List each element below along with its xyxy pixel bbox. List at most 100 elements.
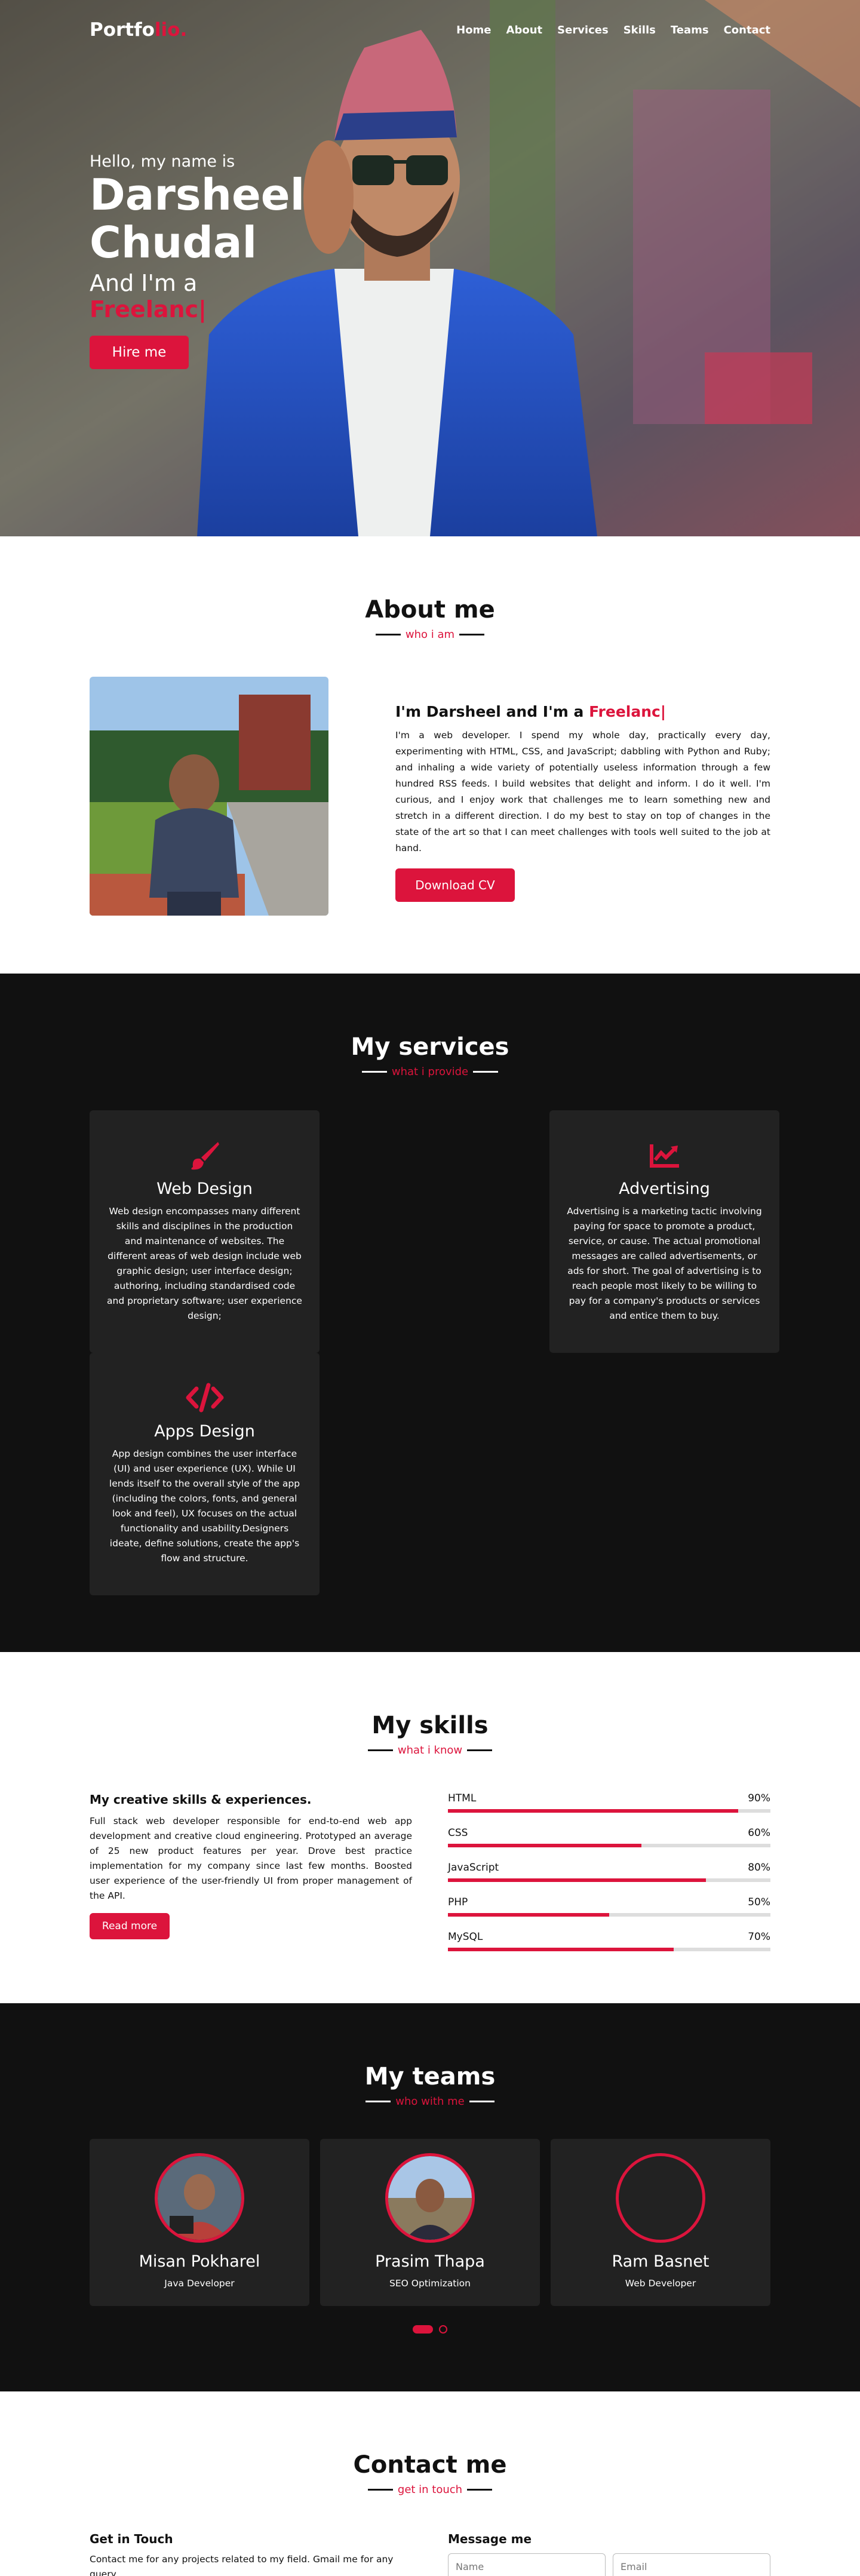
- skills-subtitle: what i know: [90, 1744, 770, 1757]
- skill-name: MySQL: [448, 1931, 483, 1943]
- message-heading: Message me: [448, 2532, 532, 2546]
- skill-name: PHP: [448, 1896, 468, 1908]
- service-text: Advertising is a marketing tactic involv…: [567, 1206, 762, 1321]
- about-heading-main: I'm Darsheel and I'm a: [395, 703, 589, 720]
- subtitle-line-right: [459, 634, 485, 635]
- name-input[interactable]: [448, 2553, 606, 2576]
- hero-greeting: Hello, my name is: [90, 152, 235, 171]
- subtitle-line-left: [361, 1071, 387, 1073]
- logo-main: Portfo: [90, 19, 155, 41]
- team-member-role: Web Developer: [625, 2278, 696, 2289]
- team-member-role: SEO Optimization: [389, 2278, 471, 2289]
- site-logo[interactable]: Portfolio.: [90, 19, 187, 41]
- nav-teams[interactable]: Teams: [671, 24, 709, 36]
- contact-info: Get in Touch Contact me for any projects…: [90, 2532, 412, 2576]
- service-card-apps-design: Apps Design App design combines the user…: [90, 1353, 320, 1595]
- service-card-advertising: Advertising Advertising is a marketing t…: [549, 1110, 779, 1353]
- skills-section: My skills what i know My creative skills…: [0, 1652, 860, 2003]
- hero-text: Hello, my name is Darsheel Chudal And I'…: [90, 152, 305, 369]
- contact-heading: Get in Touch: [90, 2532, 173, 2546]
- team-card: Prasim Thapa SEO Optimization: [320, 2139, 540, 2306]
- paint-brush-icon: [106, 1138, 303, 1172]
- carousel-dot-active[interactable]: [413, 2325, 433, 2334]
- skill-name: JavaScript: [448, 1862, 499, 1874]
- skill-track: [448, 1913, 770, 1917]
- about-text-block: I'm Darsheel and I'm a Freelanc| I'm a w…: [395, 677, 770, 916]
- logo-accent: lio.: [154, 19, 188, 41]
- skill-fill: [448, 1913, 609, 1917]
- service-title: Advertising: [619, 1180, 710, 1198]
- service-card-web-design: Web Design Web design encompasses many d…: [90, 1110, 320, 1353]
- team-member-name: Prasim Thapa: [375, 2252, 485, 2271]
- about-photo-image: [90, 677, 328, 916]
- avatar: [155, 2153, 244, 2243]
- skills-heading: My creative skills & experiences.: [90, 1792, 312, 1807]
- skill-fill: [448, 1809, 738, 1813]
- team-member-role: Java Developer: [164, 2278, 235, 2289]
- contact-inputs: [448, 2553, 770, 2576]
- services-grid: Web Design Web design encompasses many d…: [90, 1110, 779, 1595]
- about-heading-role: Freelanc|: [589, 703, 666, 720]
- about-title: About me: [365, 596, 495, 624]
- navbar: Portfolio. Home About Services Skills Te…: [0, 0, 860, 60]
- avatar: [385, 2153, 475, 2243]
- contact-subtitle-text: get in touch: [397, 2483, 463, 2496]
- services-title: My services: [351, 1033, 509, 1061]
- skill-track: [448, 1844, 770, 1847]
- team-member-name: Misan Pokharel: [139, 2252, 260, 2271]
- subtitle-line-right: [473, 1071, 499, 1073]
- service-title: Web Design: [156, 1180, 253, 1198]
- contact-section: Contact me get in touch Get in Touch Con…: [0, 2391, 860, 2576]
- skills-text-block: My creative skills & experiences. Full s…: [90, 1792, 412, 1966]
- skill-fill: [448, 1844, 641, 1847]
- skills-title: My skills: [371, 1712, 489, 1739]
- service-text: App design combines the user interface (…: [109, 1448, 300, 1564]
- about-content: I'm Darsheel and I'm a Freelanc| I'm a w…: [90, 677, 770, 916]
- skill-track: [448, 1948, 770, 1951]
- hero-name: Darsheel Chudal: [90, 170, 305, 268]
- skill-bar-css: CSS 60%: [448, 1827, 770, 1847]
- team-carousel[interactable]: Misan Pokharel Java Developer Prasim Tha…: [90, 2139, 770, 2306]
- team-member-name: Ram Basnet: [612, 2252, 710, 2271]
- service-slot-empty: [320, 1110, 549, 1353]
- subtitle-line-left: [366, 2101, 391, 2102]
- about-photo: [90, 677, 328, 916]
- skills-paragraph: Full stack web developer responsible for…: [90, 1816, 412, 1901]
- nav-contact[interactable]: Contact: [724, 24, 770, 36]
- contact-subtitle: get in touch: [90, 2483, 770, 2496]
- nav-skills[interactable]: Skills: [624, 24, 656, 36]
- about-subtitle-text: who i am: [405, 628, 455, 641]
- code-icon: [106, 1380, 303, 1415]
- skill-fill: [448, 1948, 674, 1951]
- subtitle-line-right: [467, 1749, 493, 1751]
- skill-percent: 50%: [748, 1896, 770, 1908]
- teams-subtitle-text: who with me: [395, 2095, 465, 2108]
- nav-services[interactable]: Services: [557, 24, 609, 36]
- about-paragraph: I'm a web developer. I spend my whole da…: [395, 730, 770, 853]
- skill-fill: [448, 1878, 706, 1882]
- download-cv-button[interactable]: Download CV: [395, 868, 515, 902]
- skill-bar-php: PHP 50%: [448, 1896, 770, 1917]
- skill-bar-mysql: MySQL 70%: [448, 1931, 770, 1951]
- skill-percent: 70%: [748, 1931, 770, 1943]
- hire-me-button[interactable]: Hire me: [90, 336, 189, 369]
- skill-bar-javascript: JavaScript 80%: [448, 1862, 770, 1882]
- subtitle-line-left: [367, 1749, 393, 1751]
- avatar: [616, 2153, 705, 2243]
- skill-bar-html: HTML 90%: [448, 1792, 770, 1813]
- hero-role-typing: Freelanc|: [90, 296, 207, 323]
- about-section: About me who i am I'm Darsheel and I'm a…: [0, 536, 860, 974]
- email-input[interactable]: [613, 2553, 770, 2576]
- carousel-dot[interactable]: [439, 2325, 447, 2334]
- subtitle-line-right: [467, 2489, 493, 2491]
- skill-name: HTML: [448, 1792, 477, 1804]
- nav-home[interactable]: Home: [456, 24, 491, 36]
- contact-paragraph: Contact me for any projects related to m…: [90, 2554, 394, 2576]
- hero-and-im: And I'm a: [90, 270, 198, 296]
- nav-about[interactable]: About: [506, 24, 543, 36]
- read-more-button[interactable]: Read more: [90, 1913, 170, 1939]
- chart-line-icon: [566, 1138, 763, 1172]
- services-section: My services what i provide Web Design We…: [0, 974, 860, 1652]
- skill-percent: 60%: [748, 1827, 770, 1839]
- contact-content: Get in Touch Contact me for any projects…: [90, 2532, 770, 2576]
